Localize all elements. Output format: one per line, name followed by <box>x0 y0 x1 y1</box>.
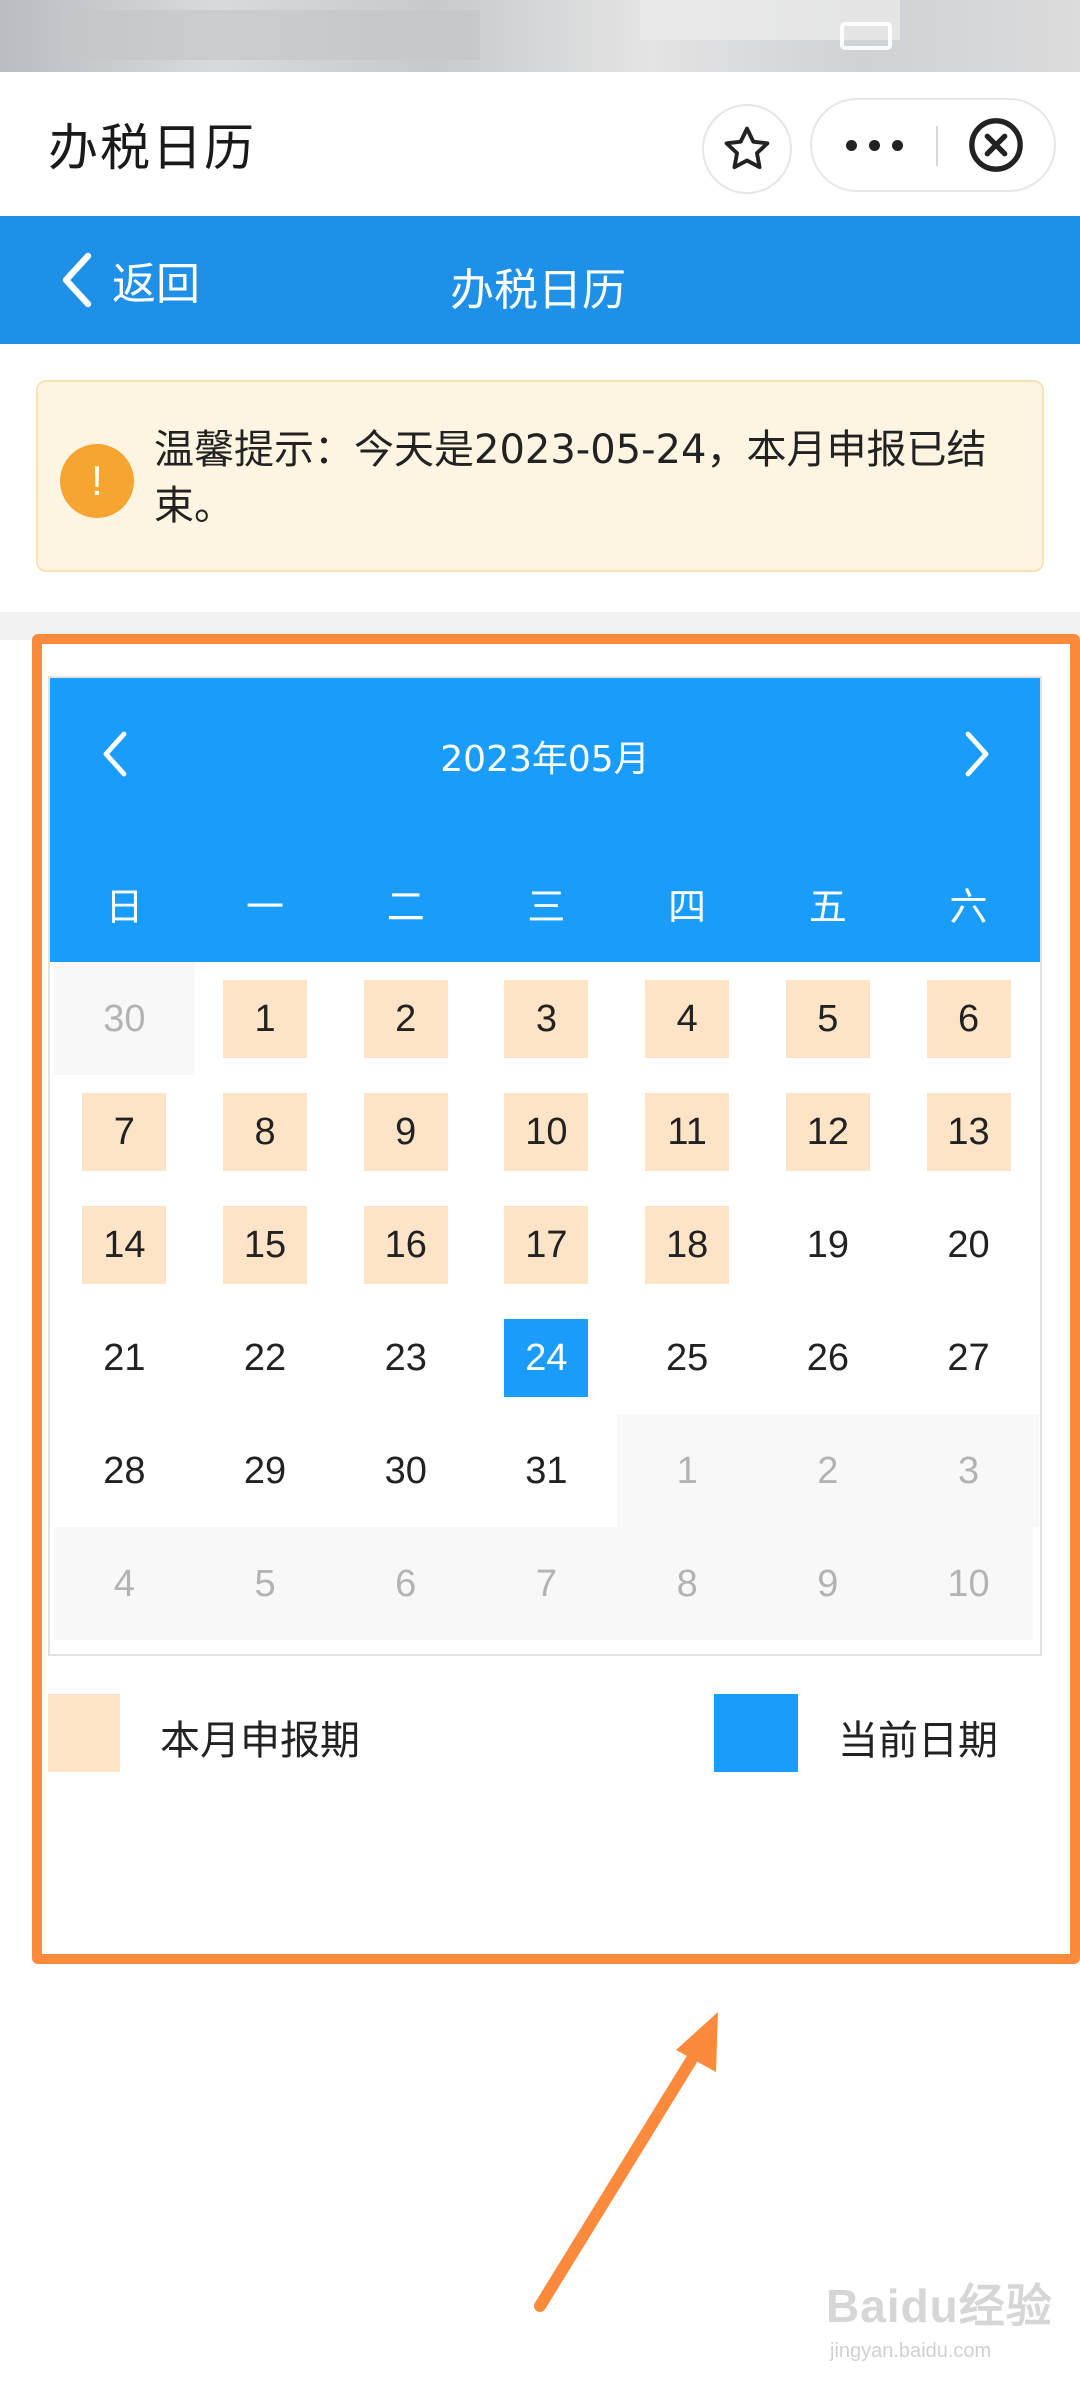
annotation-arrow-icon <box>534 2012 718 2312</box>
watermark-sub: jingyan.baidu.com <box>830 2340 992 2362</box>
watermark: Baidu经验 jingyan.baidu.com <box>826 2270 1066 2363</box>
watermark-main: Baidu经验 <box>826 2280 1053 2332</box>
